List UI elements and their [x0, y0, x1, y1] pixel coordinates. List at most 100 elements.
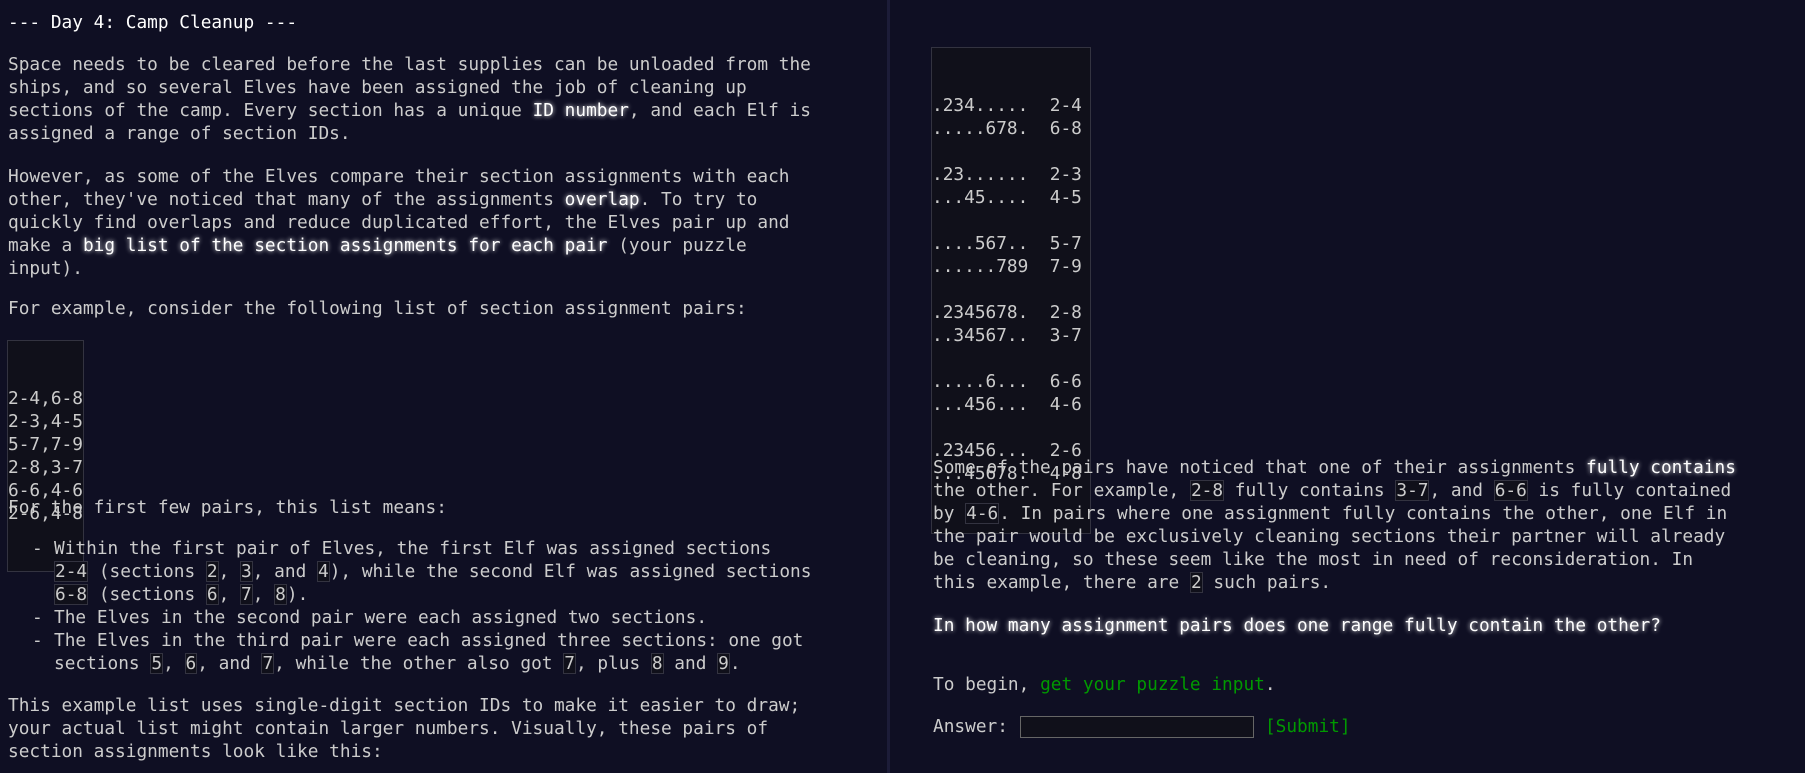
fully-contains-paragraph: Some of the pairs have noticed that one …: [933, 456, 1736, 594]
text-line: , and each Elf is: [628, 100, 811, 121]
text-line: other, they've noticed that many of the …: [8, 189, 565, 210]
text-line: This example list uses single-digit sect…: [8, 695, 801, 716]
page-title: --- Day 4: Camp Cleanup ---: [8, 12, 298, 33]
text-fragment: . In pairs where one assignment fully co…: [999, 503, 1728, 524]
code-value: 7: [240, 584, 253, 605]
text-line: ships, and so several Elves have been as…: [8, 77, 747, 98]
answer-input[interactable]: [1019, 715, 1254, 738]
text-fragment: ,: [218, 584, 241, 605]
emphasis-overlap: overlap: [564, 189, 640, 210]
text-fragment: sections: [54, 653, 151, 674]
text-line: (your puzzle: [607, 235, 747, 256]
diagram-line: .....678. 6-8: [932, 118, 1082, 139]
text-line: quickly find overlaps and reduce duplica…: [8, 212, 790, 233]
code-value: 6-6: [1493, 480, 1528, 501]
text-fragment: by: [933, 503, 966, 524]
list-item: - Within the first pair of Elves, the fir…: [8, 537, 811, 606]
puzzle-input-prompt: To begin, get your puzzle input.: [933, 673, 1276, 696]
diagram-line: ...45.... 4-5: [932, 187, 1082, 208]
code-value: 4-6: [965, 503, 1000, 524]
diagram-line: .23...... 2-3: [932, 164, 1082, 185]
diagram-line: [932, 140, 1090, 163]
text-line: input).: [8, 258, 83, 279]
submit-button[interactable]: [Submit]: [1265, 716, 1351, 737]
overlap-paragraph: However, as some of the Elves compare th…: [8, 165, 789, 280]
puzzle-input-link[interactable]: get your puzzle input: [1040, 674, 1265, 695]
emphasis-fully-contains: fully contains: [1586, 457, 1736, 478]
code-value: 3-7: [1395, 480, 1430, 501]
code-value: 2-4: [54, 561, 89, 582]
text-line: However, as some of the Elves compare th…: [8, 166, 790, 187]
puzzle-description-left: --- Day 4: Camp Cleanup --- Space needs …: [0, 0, 887, 773]
example-pair: 2-8,3-7: [8, 457, 83, 478]
explanation-intro: For the first few pairs, this list means…: [8, 497, 447, 518]
diagram-line: .2345678. 2-8: [932, 302, 1082, 323]
example-intro: For example, consider the following list…: [8, 298, 747, 319]
text-fragment: , while the other also got: [274, 653, 564, 674]
diagram-line: [932, 416, 1090, 439]
bullet-dash: -: [32, 630, 43, 651]
code-value: 4: [316, 561, 330, 582]
text-fragment: is fully contained: [1527, 480, 1732, 501]
diagram-line: ...456... 4-6: [932, 394, 1082, 415]
text-line: section assignments look like this:: [8, 741, 383, 762]
text-fragment: Some of the pairs have noticed that one …: [933, 457, 1587, 478]
text-fragment: .: [729, 653, 741, 674]
diagram-line: .....6... 6-6: [932, 371, 1082, 392]
code-value: 6: [205, 584, 219, 605]
example-pair: 2-3,4-5: [8, 411, 83, 432]
text-fragment: ,: [252, 584, 275, 605]
code-value: 3: [240, 561, 253, 582]
code-value: 6: [184, 653, 198, 674]
text-line: sections of the camp. Every section has …: [8, 100, 533, 121]
list-item: - The Elves in the second pair were each …: [8, 606, 811, 629]
emphasis-id-number: ID number: [532, 100, 629, 121]
text-fragment: ), while the second Elf was assigned sec…: [329, 561, 812, 582]
text-fragment: To begin,: [933, 674, 1041, 695]
text-fragment: such pairs.: [1202, 572, 1332, 593]
puzzle-description-right: .234..... 2-4 .....678. 6-8 .23...... 2-3.…: [890, 0, 1805, 773]
diagram-line: [932, 347, 1090, 370]
visual-intro-paragraph: This example list uses single-digit sect…: [8, 694, 800, 763]
code-value: 2-8: [1189, 480, 1225, 501]
text-fragment: , and: [252, 561, 317, 582]
text-line: The Elves in the third pair were each as…: [54, 630, 804, 651]
text-fragment: , plus: [575, 653, 651, 674]
bullet-dash: -: [32, 538, 43, 559]
diagram-line: ..34567.. 3-7: [932, 325, 1082, 346]
diagram-line: .234..... 2-4: [932, 95, 1082, 116]
code-value: 8: [274, 584, 287, 605]
question-text: In how many assignment pairs does one ra…: [933, 615, 1661, 636]
text-line: make a: [8, 235, 83, 256]
text-fragment: .: [1264, 674, 1276, 695]
text-fragment: ,: [163, 653, 185, 674]
text-fragment: (sections: [88, 561, 206, 582]
text-line: assigned a range of section IDs.: [8, 123, 351, 144]
diagram-line: ....567.. 5-7: [932, 233, 1082, 254]
puzzle-question: In how many assignment pairs does one ra…: [933, 614, 1661, 637]
emphasis-big-list: big list of the section assignments for …: [82, 235, 608, 256]
answer-label: Answer:: [933, 716, 1008, 737]
example-pair: 5-7,7-9: [8, 434, 83, 455]
explanation-list: - Within the first pair of Elves, the fir…: [8, 537, 811, 675]
text-fragment: , and: [197, 653, 262, 674]
bullet-dash: -: [32, 607, 43, 628]
code-value: 9: [717, 653, 730, 674]
text-line: be cleaning, so these seem like the most…: [933, 549, 1694, 570]
code-value: 8: [650, 653, 664, 674]
text-fragment: ,: [218, 561, 241, 582]
text-fragment: fully contains: [1224, 480, 1396, 501]
text-fragment: ).: [286, 584, 309, 605]
code-value: 2: [205, 561, 219, 582]
code-value: 6-8: [54, 584, 89, 605]
text-line: the pair would be exclusively cleaning s…: [933, 526, 1726, 547]
text-fragment: , and: [1429, 480, 1494, 501]
diagram-line: ......789 7-9: [932, 256, 1082, 277]
text-line: . To try to: [639, 189, 758, 210]
code-value: 7: [261, 653, 275, 674]
intro-paragraph: Space needs to be cleared before the las…: [8, 53, 811, 145]
text-fragment: this example, there are: [933, 572, 1190, 593]
code-value: 5: [150, 653, 164, 674]
diagram-line: [932, 209, 1090, 232]
text-line: The Elves in the second pair were each a…: [54, 607, 708, 628]
